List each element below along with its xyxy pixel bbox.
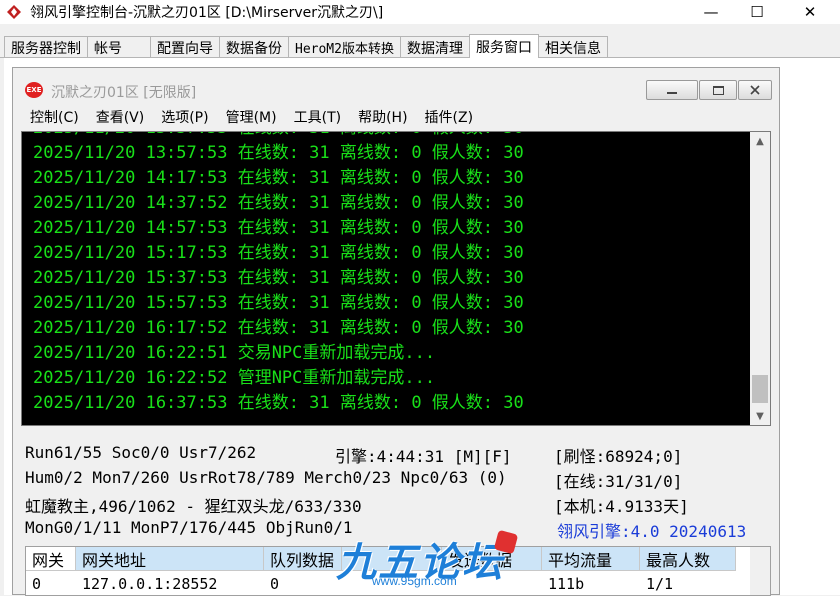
log-line: 2025/11/20 14:37:52 在线数: 31 离线数: 0 假人数: … — [33, 193, 524, 213]
menu-view[interactable]: 查看(V) — [96, 107, 145, 127]
exe-icon: EXE — [25, 82, 43, 98]
console-scrollbar[interactable]: ▲ ▼ — [750, 132, 770, 425]
tab-label: 帐号 — [94, 40, 122, 57]
forum-watermark: 九五论坛 www.95gm.com — [332, 529, 522, 594]
scroll-down-icon[interactable]: ▼ — [750, 407, 770, 425]
log-line: 2025/11/20 16:22:51 交易NPC重新加载完成... — [33, 343, 436, 363]
log-line: 2025/11/20 13:37:53 在线数: 31 离线数: 0 假人数: … — [33, 132, 733, 141]
tab-config-wizard[interactable]: 配置向导 — [150, 36, 220, 58]
status-panel: Run61/55 Soc0/0 Usr7/262 引擎:4:44:31 [M][… — [13, 433, 779, 543]
log-line: 2025/11/20 15:37:53 在线数: 31 离线数: 0 假人数: … — [33, 268, 524, 288]
minimize-button[interactable]: — — [688, 0, 734, 24]
cell-max-users: 1/1 — [646, 575, 674, 593]
menu-options[interactable]: 选项(P) — [161, 107, 208, 127]
tab-label: 数据备份 — [226, 40, 282, 57]
monster-gen-stats: MonG0/1/11 MonP7/176/445 ObjRun0/1 — [25, 518, 353, 537]
col-queue-data[interactable]: 队列数据 — [264, 547, 342, 571]
window-title: 翎风引擎控制台-沉默之刃01区 [D:\Mirserver沉默之刃\] — [30, 5, 384, 21]
scroll-thumb[interactable] — [752, 375, 768, 403]
cell-queue-data: 0 — [270, 575, 280, 593]
col-gateway-address[interactable]: 网关地址 — [76, 547, 264, 571]
minimize-icon: — — [703, 3, 719, 21]
window-titlebar: 翎风引擎控制台-沉默之刃01区 [D:\Mirserver沉默之刃\] — ☐ … — [0, 0, 840, 24]
tab-label: 服务器控制 — [11, 40, 81, 57]
log-lines: 2025/11/20 13:37:53 在线数: 31 离线数: 0 假人数: … — [33, 132, 733, 416]
service-window: EXE 沉默之刃01区 [无限版] 控制(C) 查看(V) 选项(P) 管理(M… — [12, 67, 780, 596]
tab-label: 相关信息 — [544, 40, 601, 57]
log-line: 2025/11/20 15:17:53 在线数: 31 离线数: 0 假人数: … — [33, 243, 524, 263]
cell-avg-traffic: 111b — [548, 575, 585, 593]
tab-label: HeroM2版本转换 — [295, 42, 394, 57]
mdi-restore-button[interactable] — [699, 80, 737, 100]
restore-icon — [712, 85, 724, 95]
refresh-monster-count: [刷怪:68924;0] — [554, 447, 683, 466]
engine-version: 翎风引擎:4.0 20240613 — [557, 522, 747, 541]
close-icon: ✕ — [803, 3, 817, 21]
menu-help[interactable]: 帮助(H) — [358, 107, 407, 127]
tab-related-info[interactable]: 相关信息 — [537, 36, 608, 58]
online-count: [在线:31/31/0] — [554, 472, 683, 491]
col-max-users[interactable]: 最高人数 — [640, 547, 736, 571]
log-console[interactable]: 2025/11/20 13:37:53 在线数: 31 离线数: 0 假人数: … — [21, 131, 771, 426]
cell-gateway: 0 — [32, 575, 42, 593]
scroll-up-icon[interactable]: ▲ — [750, 132, 770, 150]
boss-info: 虹魔教主,496/1062 - 猩红双头龙/633/330 — [25, 497, 362, 516]
local-uptime: [本机:4.9133天] — [554, 497, 689, 516]
log-line: 2025/11/20 13:57:53 在线数: 31 离线数: 0 假人数: … — [33, 143, 524, 163]
tab-label: 服务窗口 — [475, 39, 532, 56]
watermark-url: www.95gm.com — [372, 574, 457, 588]
tab-data-backup[interactable]: 数据备份 — [219, 36, 289, 58]
main-tabs: 服务器控制 帐号 配置向导 数据备份 HeroM2版本转换 数据清理 服务窗口 … — [4, 34, 608, 58]
service-window-titlebar: EXE 沉默之刃01区 [无限版] — [13, 68, 779, 106]
menu-tools[interactable]: 工具(T) — [294, 107, 341, 127]
log-line: 2025/11/20 14:57:53 在线数: 31 离线数: 0 假人数: … — [33, 218, 524, 238]
tab-account[interactable]: 帐号 — [87, 36, 151, 58]
menu-plugins[interactable]: 插件(Z) — [425, 107, 474, 127]
tab-herom2-convert[interactable]: HeroM2版本转换 — [288, 36, 401, 58]
log-line: 2025/11/20 14:17:53 在线数: 31 离线数: 0 假人数: … — [33, 168, 524, 188]
close-icon — [750, 85, 760, 95]
hum-stats: Hum0/2 Mon7/260 UsrRot78/789 Merch0/23 N… — [25, 468, 507, 487]
menu-control[interactable]: 控制(C) — [30, 107, 79, 127]
tab-data-cleanup[interactable]: 数据清理 — [399, 36, 470, 58]
minimize-icon — [667, 92, 677, 94]
maximize-button[interactable]: ☐ — [734, 0, 780, 24]
engine-uptime: 引擎:4:44:31 [M][F] — [335, 447, 512, 466]
service-window-title: 沉默之刃01区 [无限版] — [51, 85, 197, 101]
maximize-icon: ☐ — [750, 3, 764, 21]
mdi-minimize-button[interactable] — [646, 80, 698, 100]
log-line: 2025/11/20 16:17:52 在线数: 31 离线数: 0 假人数: … — [33, 318, 524, 338]
log-line: 2025/11/20 15:57:53 在线数: 31 离线数: 0 假人数: … — [33, 293, 524, 313]
service-menubar: 控制(C) 查看(V) 选项(P) 管理(M) 工具(T) 帮助(H) 插件(Z… — [13, 106, 779, 128]
close-button[interactable]: ✕ — [780, 0, 840, 24]
tab-label: 配置向导 — [157, 40, 213, 57]
app-logo-icon — [7, 5, 21, 19]
table-scrollbar[interactable] — [750, 547, 770, 595]
col-gateway[interactable]: 网关 — [26, 547, 76, 571]
mdi-close-button[interactable] — [738, 80, 772, 100]
col-avg-traffic[interactable]: 平均流量 — [542, 547, 640, 571]
run-stats: Run61/55 Soc0/0 Usr7/262 — [25, 443, 257, 462]
tab-service-window[interactable]: 服务窗口 — [468, 34, 539, 58]
tab-label: 数据清理 — [406, 40, 463, 57]
tab-server-control[interactable]: 服务器控制 — [4, 36, 88, 58]
menu-manage[interactable]: 管理(M) — [226, 107, 277, 127]
cell-gateway-address: 127.0.0.1:28552 — [82, 575, 218, 593]
log-line: 2025/11/20 16:22:52 管理NPC重新加载完成... — [33, 368, 436, 388]
log-line: 2025/11/20 16:37:53 在线数: 31 离线数: 0 假人数: … — [33, 393, 524, 413]
